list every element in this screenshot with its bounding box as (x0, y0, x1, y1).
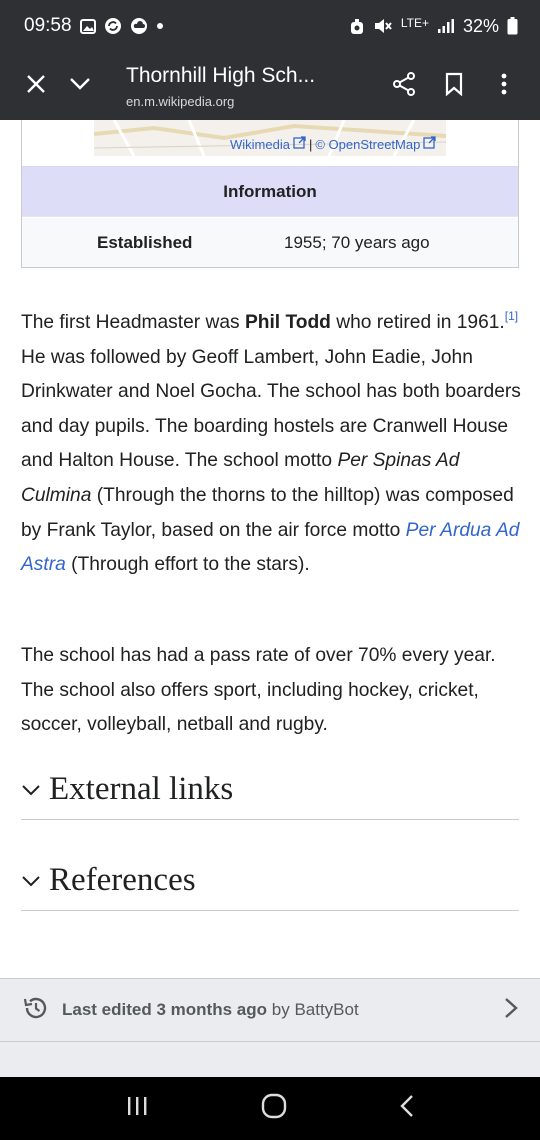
text-run: who retired in 1961. (330, 312, 505, 333)
more-icon (500, 72, 508, 101)
custom-tab-header: Thornhill High Sch... en.m.wikipedia.org (0, 52, 540, 120)
infobox-label: Established (97, 232, 193, 252)
mute-icon (373, 17, 393, 35)
system-nav-bar (0, 1077, 540, 1140)
map-attribution: Wikimedia | © OpenStreetMap (230, 136, 436, 152)
edited-by-user: BattyBot (294, 1000, 359, 1019)
close-icon (26, 74, 46, 99)
infobox-header: Information (22, 166, 518, 217)
chevron-right-icon (504, 997, 518, 1024)
close-button[interactable] (14, 64, 58, 108)
cloud-icon (130, 17, 148, 35)
text-run: (Through effort to the stars). (65, 554, 310, 576)
edited-prefix: Last edited (62, 1000, 152, 1019)
article-paragraph: The school has had a pass rate of over 7… (21, 645, 496, 736)
external-link-icon (423, 136, 436, 152)
minimize-button[interactable] (58, 64, 102, 108)
recents-icon[interactable] (125, 1095, 149, 1122)
page-title-block: Thornhill High Sch... en.m.wikipedia.org (126, 63, 382, 109)
more-options-button[interactable] (482, 64, 526, 108)
article-paragraph: The first Headmaster was Phil Todd who r… (21, 306, 521, 583)
network-type: LTE+ (400, 16, 429, 30)
battery-icon (507, 17, 518, 35)
share-icon (391, 71, 417, 102)
last-edited-bar[interactable]: Last edited 3 months ago by BattyBot (0, 978, 540, 1042)
page-url: en.m.wikipedia.org (126, 94, 235, 109)
citation-link[interactable]: [1] (505, 309, 518, 323)
share-button[interactable] (382, 64, 426, 108)
bookmark-button[interactable] (432, 64, 476, 108)
external-link-icon (293, 136, 306, 152)
section-external-links[interactable]: External links (21, 760, 519, 820)
openstreetmap-link[interactable]: © OpenStreetMap (315, 137, 420, 152)
status-time: 09:58 (24, 15, 72, 36)
status-bar: 09:58 LTE+ 32% (0, 0, 540, 52)
text-run: The first Headmaster was (21, 312, 245, 333)
alarm-icon (349, 18, 365, 35)
chevron-down-icon (69, 77, 91, 96)
section-heading: External links (49, 771, 234, 807)
dot-icon (156, 22, 164, 30)
infobox-value: 1955; 70 years ago (284, 232, 430, 252)
footer-background (0, 1042, 540, 1077)
edited-by-prefix: by (271, 1000, 290, 1019)
section-heading: References (49, 862, 196, 898)
page-title: Thornhill High Sch... (126, 64, 316, 87)
home-icon[interactable] (260, 1092, 288, 1125)
chevron-down-icon (21, 875, 49, 887)
attribution-separator: | (308, 136, 313, 152)
gallery-icon (79, 18, 96, 34)
edited-when: 3 months ago (156, 1000, 267, 1019)
history-icon (22, 996, 48, 1025)
wikimedia-link[interactable]: Wikimedia (230, 137, 290, 152)
signal-icon (437, 18, 455, 34)
sync-icon (104, 17, 122, 35)
bold-text: Phil Todd (244, 312, 331, 333)
section-references[interactable]: References (21, 851, 519, 911)
back-icon[interactable] (399, 1094, 415, 1123)
battery-level: 32% (462, 15, 499, 36)
last-edited-text: Last edited 3 months ago by BattyBot (62, 1000, 359, 1020)
infobox-row-established: Established 1955; 70 years ago (22, 218, 518, 267)
chevron-down-icon (21, 784, 49, 796)
bookmark-icon (444, 72, 464, 101)
